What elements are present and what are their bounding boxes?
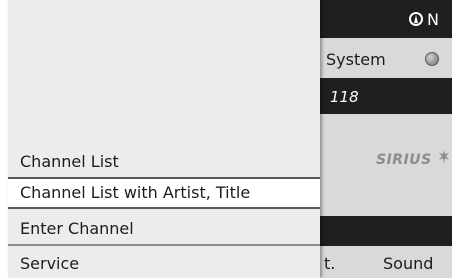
menu-item-channel-list-artist-title[interactable]: Channel List with Artist, Title (8, 177, 320, 209)
left-edge (0, 0, 8, 278)
system-menu-label[interactable]: System (326, 50, 386, 69)
menu-item-channel-list[interactable]: Channel List (8, 152, 320, 172)
compass-icon (409, 12, 423, 26)
bottom-fragment: t. (324, 254, 336, 273)
compass-heading: N (427, 10, 439, 29)
menu-item-service[interactable]: Service (8, 254, 320, 274)
menu-divider (8, 244, 320, 246)
radio-screen: N System 118 SIRIUS t. Sound Channel Lis… (0, 0, 452, 278)
menu-item-enter-channel[interactable]: Enter Channel (8, 219, 320, 239)
globe-icon (425, 52, 439, 66)
sound-button[interactable]: Sound (383, 254, 433, 273)
channel-number: 118 (330, 88, 359, 106)
channel-menu: Channel List Channel List with Artist, T… (8, 0, 320, 278)
sirius-dog-icon (439, 150, 449, 164)
sirius-logo: SIRIUS (376, 152, 432, 168)
